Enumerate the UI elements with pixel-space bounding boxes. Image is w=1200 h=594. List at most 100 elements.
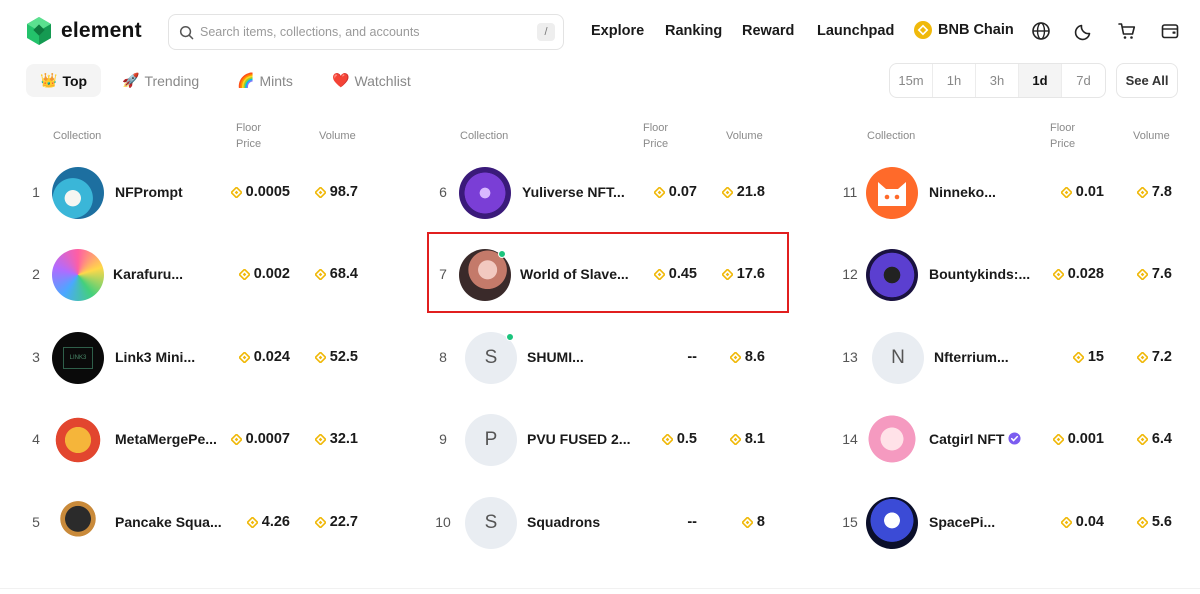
collection-name[interactable]: Link3 Mini... <box>115 349 195 365</box>
collection-name[interactable]: NFPrompt <box>115 184 183 200</box>
volume-value: 8.1 <box>744 431 765 447</box>
tab-mints[interactable]: 🌈 Mints <box>223 64 307 97</box>
collection-avatar <box>52 167 104 219</box>
verified-badge-icon <box>1008 432 1021 445</box>
bnb-icon <box>1136 351 1148 363</box>
ranking-row[interactable]: 1 NFPrompt 0.0005 98.7 <box>26 163 386 223</box>
search-bar[interactable]: / <box>168 14 564 50</box>
search-input[interactable] <box>200 25 520 39</box>
ranking-row[interactable]: 13 N Nfterrium... 15 7.2 <box>840 328 1200 388</box>
moon-icon[interactable] <box>1074 21 1094 41</box>
collection-name[interactable]: Karafuru... <box>113 266 183 282</box>
row-rank: 7 <box>439 266 447 282</box>
row-rank: 8 <box>439 349 447 365</box>
cart-icon[interactable] <box>1117 21 1137 41</box>
time-filter-1d[interactable]: 1d <box>1019 64 1062 97</box>
col-header-floor: Floor Price <box>1050 122 1076 150</box>
collection-name[interactable]: Squadrons <box>527 514 600 530</box>
volume-value: 32.1 <box>329 431 358 447</box>
collection-name[interactable]: PVU FUSED 2... <box>527 431 630 447</box>
floor-price-value: 0.04 <box>1075 514 1104 530</box>
collection-name[interactable]: Nfterrium... <box>934 349 1009 365</box>
chain-selector[interactable]: BNB Chain <box>914 21 1014 39</box>
volume: 7.2 <box>1136 349 1172 365</box>
online-status-dot <box>506 333 514 341</box>
collection-name[interactable]: Yuliverse NFT... <box>522 184 625 200</box>
volume-value: 8 <box>756 514 765 530</box>
volume: 6.4 <box>1136 431 1172 447</box>
bnb-icon <box>653 268 665 280</box>
time-filter-3h[interactable]: 3h <box>976 64 1019 97</box>
ranking-row[interactable]: 8 S SHUMI... -- 8.6 <box>433 328 793 388</box>
nav-reward[interactable]: Reward <box>742 23 794 39</box>
row-rank: 5 <box>32 514 40 530</box>
ranking-row[interactable]: 7 World of Slave... 0.45 17.6 <box>433 245 793 305</box>
time-filter-1h[interactable]: 1h <box>933 64 976 97</box>
bnb-icon <box>238 268 250 280</box>
collection-name[interactable]: SHUMI... <box>527 349 584 365</box>
search-icon <box>179 25 194 39</box>
collection-name[interactable]: MetaMergePe... <box>115 431 217 447</box>
col-header-collection: Collection <box>867 130 916 142</box>
ranking-row[interactable]: 3 LINK3 Link3 Mini... 0.024 52.5 <box>26 328 386 388</box>
ranking-row[interactable]: 6 Yuliverse NFT... 0.07 21.8 <box>433 163 793 223</box>
volume-value: 5.6 <box>1151 514 1172 530</box>
collection-name[interactable]: Pancake Squa... <box>115 514 222 530</box>
collection-avatar: S <box>465 497 517 549</box>
ranking-row[interactable]: 15 SpacePi... 0.04 5.6 <box>840 493 1200 553</box>
ranking-row[interactable]: 9 P PVU FUSED 2... 0.5 8.1 <box>433 410 793 470</box>
bnb-icon <box>1136 186 1148 198</box>
link3-logo: LINK3 <box>63 347 93 369</box>
volume: 17.6 <box>721 266 765 282</box>
globe-icon[interactable] <box>1031 21 1051 41</box>
search-shortcut-hint: / <box>537 23 555 41</box>
nav-launchpad[interactable]: Launchpad <box>817 23 894 39</box>
collection-name[interactable]: Ninneko... <box>929 184 996 200</box>
volume: 21.8 <box>721 184 765 200</box>
floor-price: 0.45 <box>653 266 697 282</box>
ranking-row[interactable]: 14 Catgirl NFT 0.001 6.4 <box>840 410 1200 470</box>
collection-avatar <box>52 497 104 549</box>
volume-value: 98.7 <box>329 184 358 200</box>
bnb-icon <box>1052 433 1064 445</box>
floor-price: 15 <box>1072 349 1104 365</box>
ranking-row[interactable]: 11 Ninneko... 0.01 7.8 <box>840 163 1200 223</box>
ranking-row[interactable]: 10 S Squadrons -- 8 <box>433 493 793 553</box>
collection-name-text: Squadrons <box>527 514 601 530</box>
tab-top[interactable]: 👑 Top <box>26 64 102 97</box>
collection-avatar: LINK3 <box>52 332 104 384</box>
rainbow-icon: 🌈 <box>237 72 255 88</box>
floor-price: 0.0007 <box>230 431 290 447</box>
collection-name-text: Nfterrium... <box>934 349 1009 365</box>
element-logo[interactable]: element <box>25 16 142 46</box>
ranking-row[interactable]: 5 Pancake Squa... 4.26 22.7 <box>26 493 386 553</box>
nav-explore[interactable]: Explore <box>591 23 644 39</box>
collection-name[interactable]: SpacePi... <box>929 514 995 530</box>
bnb-icon <box>1052 268 1064 280</box>
time-filter-15m[interactable]: 15m <box>890 64 933 97</box>
collection-name[interactable]: World of Slave... <box>520 266 629 282</box>
tab-watchlist[interactable]: ❤️ Watchlist <box>318 64 425 97</box>
col-header-volume: Volume <box>1133 130 1170 142</box>
time-filter-7d[interactable]: 7d <box>1062 64 1105 97</box>
see-all-button[interactable]: See All <box>1116 63 1178 98</box>
floor-price-value: 0.01 <box>1075 184 1104 200</box>
collection-name-text: Link3 Mini... <box>115 349 196 365</box>
collection-name[interactable]: Catgirl NFT <box>929 431 1021 447</box>
tab-trending[interactable]: 🚀 Trending <box>108 64 213 97</box>
floor-price-value: 0.0007 <box>245 431 290 447</box>
ranking-row[interactable]: 12 Bountykinds:... 0.028 7.6 <box>840 245 1200 305</box>
nav-ranking[interactable]: Ranking <box>665 23 722 39</box>
volume: 32.1 <box>314 431 358 447</box>
collection-avatar: N <box>872 332 924 384</box>
collection-name[interactable]: Bountykinds:... <box>929 266 1030 282</box>
bnb-icon <box>1136 433 1148 445</box>
wallet-icon[interactable] <box>1160 21 1180 41</box>
col-header-volume: Volume <box>319 130 356 142</box>
ranking-row[interactable]: 2 Karafuru... 0.002 68.4 <box>26 245 386 305</box>
ranking-row[interactable]: 4 MetaMergePe... 0.0007 32.1 <box>26 410 386 470</box>
collection-name-text: World of Slave... <box>520 266 629 282</box>
collection-avatar: P <box>465 414 517 466</box>
collection-name-text: Ninneko... <box>929 184 996 200</box>
volume: 68.4 <box>314 266 358 282</box>
